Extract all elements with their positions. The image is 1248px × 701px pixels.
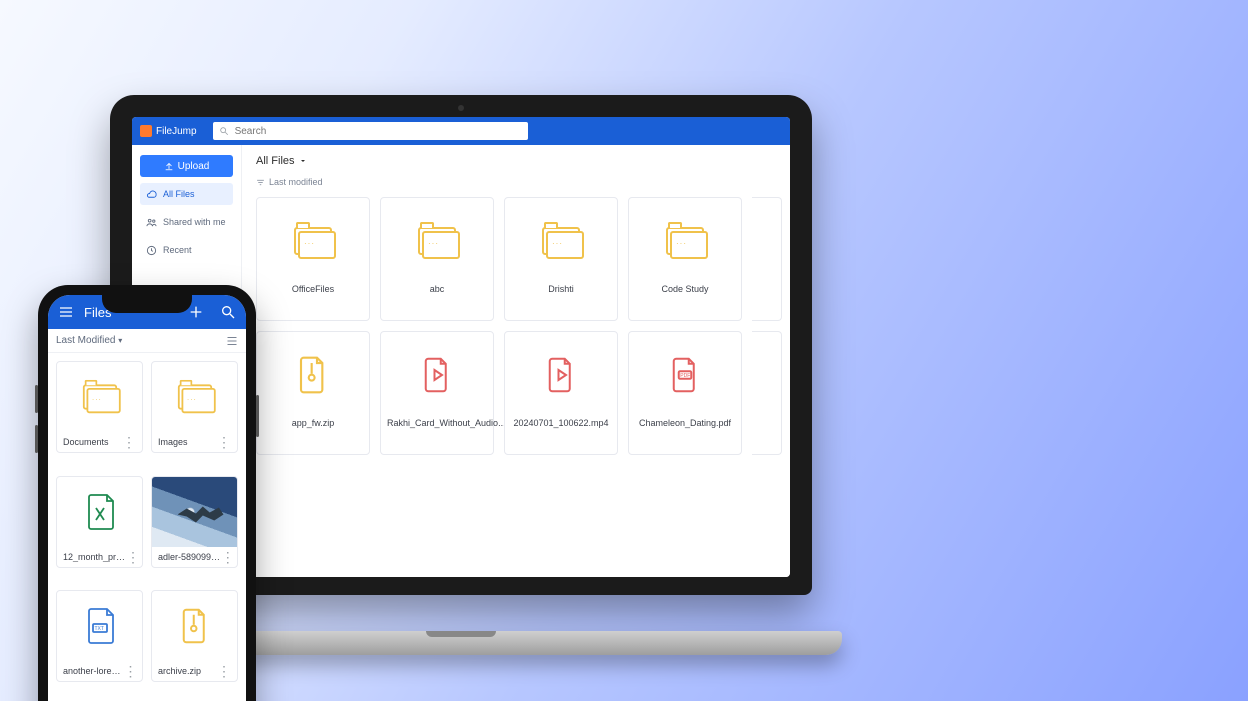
mobile-file-card-txt[interactable]: TXT another-lorem.txt⋮: [56, 590, 143, 682]
chevron-down-icon: ▾: [118, 336, 122, 345]
file-name: Chameleon_Dating.pdf: [639, 404, 731, 428]
file-name: adler-589099_640.j...: [158, 552, 221, 562]
excel-icon: [57, 477, 142, 547]
search-icon[interactable]: [220, 304, 236, 320]
sidebar-item-label: Recent: [163, 245, 192, 255]
phone-volume-up: [35, 385, 38, 413]
video-icon: [417, 358, 457, 392]
folder-icon: ···: [152, 362, 237, 432]
search-icon: [219, 126, 229, 136]
file-card-video[interactable]: 20240701_100622.mp4: [504, 331, 618, 455]
mobile-app: Files Last Modified ▾ ··· Documents⋮ ···…: [48, 295, 246, 701]
main-panel: All Files Last modified ··· OfficeFiles: [242, 145, 790, 577]
file-name: Rakhi_Card_Without_Audio...: [387, 404, 487, 428]
phone-volume-down: [35, 425, 38, 453]
mobile-file-grid: ··· Documents ⋮ ··· Images ⋮ 12_month_prof…: [48, 353, 246, 701]
menu-icon[interactable]: [58, 304, 74, 320]
mobile-file-card-zip[interactable]: archive.zip ⋮: [151, 590, 238, 682]
logo-icon: [140, 125, 152, 137]
kebab-icon[interactable]: ⋮: [221, 550, 231, 564]
file-card-folder[interactable]: ··· Code Study: [628, 197, 742, 321]
file-name: abc: [430, 270, 445, 294]
upload-label: Upload: [178, 161, 210, 172]
folder-icon: ···: [293, 224, 333, 258]
view-toggle-icon[interactable]: [226, 335, 238, 347]
clock-icon: [146, 245, 157, 256]
file-name: OfficeFiles: [292, 270, 334, 294]
mobile-file-card-image[interactable]: adler-589099_640.j...⋮: [151, 476, 238, 568]
file-card-pdf[interactable]: PDF Chameleon_Dating.pdf: [628, 331, 742, 455]
file-name: Drishti: [548, 270, 574, 294]
file-name: Documents: [63, 437, 109, 447]
laptop-hinge-notch: [426, 631, 496, 637]
pdf-icon: PDF: [665, 358, 705, 392]
kebab-icon[interactable]: ⋮: [217, 664, 231, 678]
image-thumbnail: [152, 477, 237, 547]
upload-icon: [164, 161, 174, 171]
sidebar-item-all-files[interactable]: All Files: [140, 183, 233, 205]
app-header: FileJump: [132, 117, 790, 145]
kebab-icon[interactable]: ⋮: [217, 435, 231, 449]
sidebar-item-label: Shared with me: [163, 217, 226, 227]
plus-icon[interactable]: [188, 304, 204, 320]
sort-icon: [256, 178, 265, 187]
sidebar-item-recent[interactable]: Recent: [140, 239, 233, 261]
file-name: Code Study: [661, 270, 708, 294]
mobile-file-card-folder[interactable]: ··· Documents ⋮: [56, 361, 143, 453]
phone-device: Files Last Modified ▾ ··· Documents⋮ ···…: [38, 285, 256, 701]
sidebar-item-shared[interactable]: Shared with me: [140, 211, 233, 233]
people-icon: [146, 217, 157, 228]
upload-button[interactable]: Upload: [140, 155, 233, 177]
file-card-video[interactable]: Rakhi_Card_Without_Audio...: [380, 331, 494, 455]
txt-icon: TXT: [57, 591, 142, 661]
folder-icon: ···: [665, 224, 705, 258]
file-name: Images: [158, 437, 188, 447]
svg-text:TXT: TXT: [94, 626, 103, 632]
mobile-file-card-folder[interactable]: ··· Images ⋮: [151, 361, 238, 453]
file-card-partial[interactable]: [752, 331, 782, 455]
app-name: FileJump: [156, 126, 197, 137]
file-card-zip[interactable]: app_fw.zip: [256, 331, 370, 455]
file-name: app_fw.zip: [292, 404, 335, 428]
folder-icon: ···: [57, 362, 142, 432]
zip-icon: [293, 358, 333, 392]
kebab-icon[interactable]: ⋮: [122, 435, 136, 449]
file-card-folder[interactable]: ··· abc: [380, 197, 494, 321]
search-input[interactable]: [235, 126, 522, 137]
file-card-folder[interactable]: ··· OfficeFiles: [256, 197, 370, 321]
sort-label: Last modified: [269, 177, 323, 187]
search-field[interactable]: [213, 122, 528, 140]
svg-text:PDF: PDF: [680, 373, 690, 379]
sidebar-item-label: All Files: [163, 189, 195, 199]
phone-notch: [102, 295, 192, 313]
chevron-down-icon: [299, 157, 307, 165]
app-logo[interactable]: FileJump: [132, 125, 207, 137]
zip-icon: [152, 591, 237, 661]
file-name: another-lorem.txt: [63, 666, 124, 676]
mobile-file-card-excel[interactable]: 12_month_profit_an...⋮: [56, 476, 143, 568]
file-name: archive.zip: [158, 666, 201, 676]
mobile-sort-label: Last Modified: [56, 335, 115, 346]
folder-icon: ···: [541, 224, 581, 258]
breadcrumb-label: All Files: [256, 155, 295, 167]
file-card-folder[interactable]: ··· Drishti: [504, 197, 618, 321]
kebab-icon[interactable]: ⋮: [126, 550, 136, 564]
sort-control[interactable]: Last modified: [256, 177, 776, 193]
laptop-camera-icon: [458, 105, 464, 111]
phone-power-button: [256, 395, 259, 437]
video-icon: [541, 358, 581, 392]
kebab-icon[interactable]: ⋮: [124, 664, 136, 678]
folder-icon: ···: [417, 224, 457, 258]
file-grid: ··· OfficeFiles ··· abc ··· Drishti ··: [256, 193, 776, 455]
mobile-sort-control[interactable]: Last Modified ▾: [48, 329, 246, 353]
file-card-partial[interactable]: [752, 197, 782, 321]
breadcrumb[interactable]: All Files: [256, 153, 776, 177]
file-name: 12_month_profit_an...: [63, 552, 126, 562]
file-name: 20240701_100622.mp4: [513, 404, 608, 428]
cloud-icon: [146, 189, 157, 200]
